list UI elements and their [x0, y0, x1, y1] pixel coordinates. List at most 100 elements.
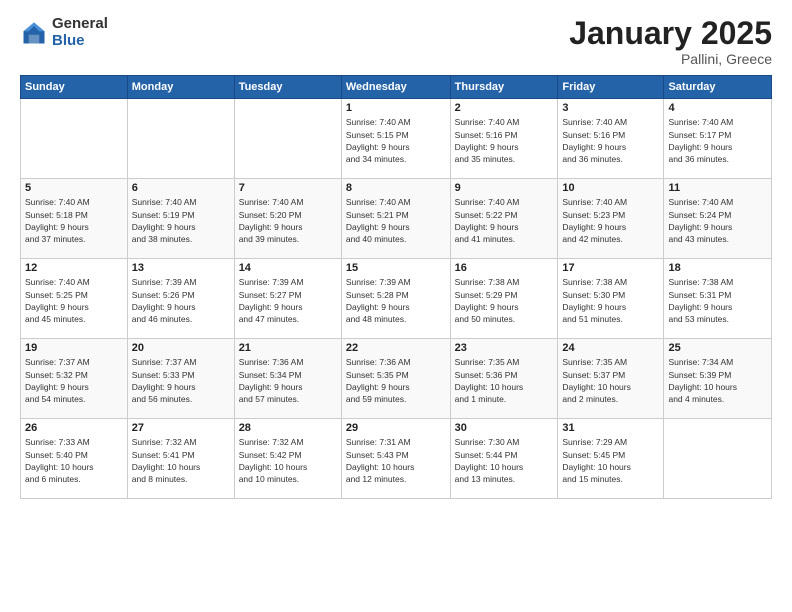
day-cell: 13 Sunrise: 7:39 AM Sunset: 5:26 PM Dayli… [127, 259, 234, 339]
day-detail: Sunrise: 7:40 AM Sunset: 5:20 PM Dayligh… [239, 196, 337, 245]
day-number: 6 [132, 182, 230, 194]
day-cell: 7 Sunrise: 7:40 AM Sunset: 5:20 PM Daylig… [234, 179, 341, 259]
day-detail: Sunrise: 7:29 AM Sunset: 5:45 PM Dayligh… [562, 436, 659, 485]
day-cell: 23 Sunrise: 7:35 AM Sunset: 5:36 PM Dayli… [450, 339, 558, 419]
day-number: 7 [239, 182, 337, 194]
day-detail: Sunrise: 7:40 AM Sunset: 5:19 PM Dayligh… [132, 196, 230, 245]
day-cell: 18 Sunrise: 7:38 AM Sunset: 5:31 PM Dayli… [664, 259, 772, 339]
day-number: 27 [132, 422, 230, 434]
week-row-3: 12 Sunrise: 7:40 AM Sunset: 5:25 PM Dayli… [21, 259, 772, 339]
day-cell: 12 Sunrise: 7:40 AM Sunset: 5:25 PM Dayli… [21, 259, 128, 339]
day-cell: 5 Sunrise: 7:40 AM Sunset: 5:18 PM Daylig… [21, 179, 128, 259]
day-detail: Sunrise: 7:37 AM Sunset: 5:32 PM Dayligh… [25, 356, 123, 405]
day-cell: 21 Sunrise: 7:36 AM Sunset: 5:34 PM Dayli… [234, 339, 341, 419]
page: General Blue January 2025 Pallini, Greec… [0, 0, 792, 612]
day-number: 10 [562, 182, 659, 194]
day-number: 16 [455, 262, 554, 274]
day-detail: Sunrise: 7:39 AM Sunset: 5:27 PM Dayligh… [239, 276, 337, 325]
day-number: 18 [668, 262, 767, 274]
day-detail: Sunrise: 7:35 AM Sunset: 5:37 PM Dayligh… [562, 356, 659, 405]
day-detail: Sunrise: 7:32 AM Sunset: 5:41 PM Dayligh… [132, 436, 230, 485]
logo: General Blue [20, 16, 108, 49]
header-monday: Monday [127, 76, 234, 99]
header-sunday: Sunday [21, 76, 128, 99]
day-cell [21, 99, 128, 179]
day-cell: 22Sunrise: 7:36 AM Sunset: 5:35 PM Dayli… [341, 339, 450, 419]
day-detail: Sunrise: 7:40 AM Sunset: 5:16 PM Dayligh… [455, 116, 554, 165]
day-detail: Sunrise: 7:40 AM Sunset: 5:25 PM Dayligh… [25, 276, 123, 325]
day-detail: Sunrise: 7:31 AM Sunset: 5:43 PM Dayligh… [346, 436, 446, 485]
day-number: 20 [132, 342, 230, 354]
day-cell: 10Sunrise: 7:40 AM Sunset: 5:23 PM Dayli… [558, 179, 664, 259]
header-saturday: Saturday [664, 76, 772, 99]
day-number: 29 [346, 422, 446, 434]
day-number: 1 [346, 102, 446, 114]
logo-blue-text: Blue [52, 33, 108, 50]
day-detail: Sunrise: 7:37 AM Sunset: 5:33 PM Dayligh… [132, 356, 230, 405]
day-detail: Sunrise: 7:40 AM Sunset: 5:18 PM Dayligh… [25, 196, 123, 245]
day-detail: Sunrise: 7:34 AM Sunset: 5:39 PM Dayligh… [668, 356, 767, 405]
day-cell: 20 Sunrise: 7:37 AM Sunset: 5:33 PM Dayli… [127, 339, 234, 419]
header-thursday: Thursday [450, 76, 558, 99]
day-detail: Sunrise: 7:40 AM Sunset: 5:22 PM Dayligh… [455, 196, 554, 245]
day-cell [234, 99, 341, 179]
week-row-1: 1 Sunrise: 7:40 AM Sunset: 5:15 PM Daylig… [21, 99, 772, 179]
day-detail: Sunrise: 7:32 AM Sunset: 5:42 PM Dayligh… [239, 436, 337, 485]
day-number: 14 [239, 262, 337, 274]
day-cell: 14 Sunrise: 7:39 AM Sunset: 5:27 PM Dayli… [234, 259, 341, 339]
day-number: 17 [562, 262, 659, 274]
day-detail: Sunrise: 7:39 AM Sunset: 5:26 PM Dayligh… [132, 276, 230, 325]
week-row-5: 26Sunrise: 7:33 AM Sunset: 5:40 PM Dayli… [21, 419, 772, 499]
day-number: 24 [562, 342, 659, 354]
day-number: 26 [25, 422, 123, 434]
day-cell: 25Sunrise: 7:34 AM Sunset: 5:39 PM Dayli… [664, 339, 772, 419]
day-cell [664, 419, 772, 499]
day-detail: Sunrise: 7:40 AM Sunset: 5:15 PM Dayligh… [346, 116, 446, 165]
day-number: 30 [455, 422, 554, 434]
day-number: 23 [455, 342, 554, 354]
day-cell: 1 Sunrise: 7:40 AM Sunset: 5:15 PM Daylig… [341, 99, 450, 179]
logo-text: General Blue [52, 16, 108, 49]
day-cell: 11Sunrise: 7:40 AM Sunset: 5:24 PM Dayli… [664, 179, 772, 259]
day-detail: Sunrise: 7:39 AM Sunset: 5:28 PM Dayligh… [346, 276, 446, 325]
day-cell: 16 Sunrise: 7:38 AM Sunset: 5:29 PM Dayli… [450, 259, 558, 339]
day-number: 12 [25, 262, 123, 274]
logo-general-text: General [52, 16, 108, 33]
header: General Blue January 2025 Pallini, Greec… [20, 16, 772, 67]
title-block: January 2025 Pallini, Greece [569, 16, 772, 67]
day-detail: Sunrise: 7:30 AM Sunset: 5:44 PM Dayligh… [455, 436, 554, 485]
day-number: 15 [346, 262, 446, 274]
day-number: 13 [132, 262, 230, 274]
day-detail: Sunrise: 7:40 AM Sunset: 5:24 PM Dayligh… [668, 196, 767, 245]
weekday-header-row: Sunday Monday Tuesday Wednesday Thursday… [21, 76, 772, 99]
day-cell: 27 Sunrise: 7:32 AM Sunset: 5:41 PM Dayli… [127, 419, 234, 499]
day-cell [127, 99, 234, 179]
day-number: 5 [25, 182, 123, 194]
day-cell: 17Sunrise: 7:38 AM Sunset: 5:30 PM Dayli… [558, 259, 664, 339]
day-number: 4 [668, 102, 767, 114]
calendar-table: Sunday Monday Tuesday Wednesday Thursday… [20, 75, 772, 499]
day-number: 28 [239, 422, 337, 434]
header-tuesday: Tuesday [234, 76, 341, 99]
day-cell: 19 Sunrise: 7:37 AM Sunset: 5:32 PM Dayli… [21, 339, 128, 419]
header-friday: Friday [558, 76, 664, 99]
day-detail: Sunrise: 7:40 AM Sunset: 5:16 PM Dayligh… [562, 116, 659, 165]
day-cell: 24 Sunrise: 7:35 AM Sunset: 5:37 PM Dayli… [558, 339, 664, 419]
header-wednesday: Wednesday [341, 76, 450, 99]
day-detail: Sunrise: 7:40 AM Sunset: 5:17 PM Dayligh… [668, 116, 767, 165]
day-cell: 31Sunrise: 7:29 AM Sunset: 5:45 PM Dayli… [558, 419, 664, 499]
day-detail: Sunrise: 7:38 AM Sunset: 5:31 PM Dayligh… [668, 276, 767, 325]
day-cell: 26Sunrise: 7:33 AM Sunset: 5:40 PM Dayli… [21, 419, 128, 499]
day-number: 19 [25, 342, 123, 354]
day-number: 21 [239, 342, 337, 354]
day-detail: Sunrise: 7:36 AM Sunset: 5:34 PM Dayligh… [239, 356, 337, 405]
day-cell: 9 Sunrise: 7:40 AM Sunset: 5:22 PM Daylig… [450, 179, 558, 259]
calendar-subtitle: Pallini, Greece [569, 51, 772, 67]
day-number: 9 [455, 182, 554, 194]
logo-icon [20, 19, 48, 47]
day-cell: 29 Sunrise: 7:31 AM Sunset: 5:43 PM Dayli… [341, 419, 450, 499]
day-cell: 30 Sunrise: 7:30 AM Sunset: 5:44 PM Dayli… [450, 419, 558, 499]
day-detail: Sunrise: 7:35 AM Sunset: 5:36 PM Dayligh… [455, 356, 554, 405]
day-detail: Sunrise: 7:38 AM Sunset: 5:29 PM Dayligh… [455, 276, 554, 325]
day-number: 8 [346, 182, 446, 194]
